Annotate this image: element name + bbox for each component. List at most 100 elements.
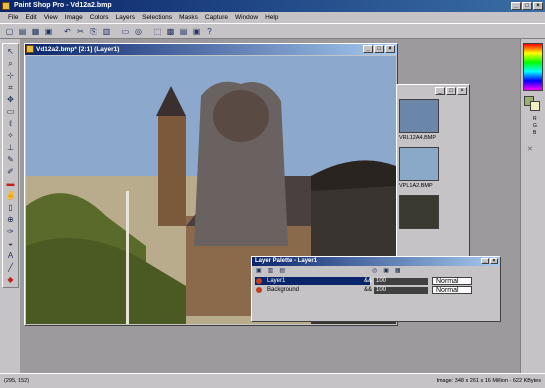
app-title-bar: Paint Shop Pro - Vd12a2.bmp _ □ ×	[0, 0, 545, 12]
layer-name: Background	[267, 287, 300, 293]
maximize-button[interactable]: □	[522, 2, 532, 10]
color-readout-g: G	[533, 123, 537, 129]
castle-tower	[158, 116, 186, 226]
airbrush-icon[interactable]: ✑	[4, 226, 17, 237]
minimize-button[interactable]: _	[511, 2, 521, 10]
undo-icon[interactable]: ↶	[62, 26, 73, 37]
layer-palette: Layer Palette - Layer1 _ × ▣ ▥ ▤ ◎ ▣ ▦ L…	[251, 256, 501, 322]
overview-icon[interactable]: ▣	[191, 26, 202, 37]
mover-icon[interactable]: ✥	[4, 94, 17, 105]
cut-icon[interactable]: ✂	[75, 26, 86, 37]
paste-icon[interactable]: ▥	[101, 26, 112, 37]
document-minimize-button[interactable]: _	[363, 45, 373, 53]
layer-visibility-icon[interactable]	[256, 278, 262, 284]
palette-icon[interactable]: ▩	[165, 26, 176, 37]
layer-palette-close-button[interactable]: ×	[490, 258, 498, 264]
magic-wand-icon[interactable]: ✧	[4, 130, 17, 141]
layer-icon[interactable]: ▤	[178, 26, 189, 37]
selection-icon[interactable]: ⬚	[152, 26, 163, 37]
menu-window[interactable]: Window	[235, 14, 258, 21]
menu-colors[interactable]: Colors	[90, 14, 109, 21]
bear-head	[213, 90, 269, 142]
menu-masks[interactable]: Masks	[179, 14, 198, 21]
thumbnail-1[interactable]	[399, 99, 439, 133]
image-info: Image: 348 x 261 x 16 Million - 622 KByt…	[436, 378, 541, 384]
layer-row-layer1[interactable]: Layer1 &&	[255, 277, 372, 285]
mask-icon[interactable]: ◎	[372, 267, 377, 274]
save-icon[interactable]: ▦	[30, 26, 41, 37]
browse-maximize-button[interactable]: □	[446, 87, 456, 95]
copy-icon[interactable]: ⎘	[88, 26, 99, 37]
thumbnail-2[interactable]	[399, 147, 439, 181]
arrow-icon[interactable]: ↖	[4, 46, 17, 57]
document-close-button[interactable]: ×	[385, 45, 395, 53]
menu-layers[interactable]: Layers	[116, 14, 136, 21]
delete-layer-icon[interactable]: ▥	[268, 267, 274, 274]
layer-lock-icon[interactable]: ▦	[395, 267, 401, 274]
layer-palette-minimize-button[interactable]: _	[481, 258, 489, 264]
deformation-icon[interactable]: ⊹	[4, 70, 17, 81]
layer-palette-title-bar[interactable]: Layer Palette - Layer1 _ ×	[252, 257, 500, 266]
crop-icon[interactable]: ⌗	[4, 82, 17, 93]
layer1-blend-mode[interactable]: Normal	[432, 277, 472, 285]
swap-colors-icon[interactable]: ✕	[527, 145, 533, 153]
browse-close-button[interactable]: ×	[457, 87, 467, 95]
tool-palette: ↖ ⌕ ⊹ ⌗ ✥ ▭ ℓ ✧ ⊥ ✎ ✐ ▬ ✌ ▯ ⊕ ✑ ◒ A ╱ ◆	[2, 43, 19, 288]
main-toolbar: ▢ ▤ ▦ ▣ ↶ ✂ ⎘ ▥ ▭ ◎ ⬚ ▩ ▤ ▣ ?	[0, 23, 545, 39]
menu-help[interactable]: Help	[265, 14, 278, 21]
app-title: Paint Shop Pro - Vd12a2.bmp	[14, 2, 112, 9]
blend-mode-label: Normal	[436, 287, 459, 294]
document-title-bar[interactable]: Vd12a2.bmp* [2:1] (Layer1) _ □ ×	[25, 44, 397, 55]
paintbrush-icon[interactable]: ✎	[4, 154, 17, 165]
color-replacer-icon[interactable]: ▬	[4, 178, 17, 189]
layer-tools-right: ◎ ▣ ▦	[372, 267, 401, 274]
browse-minimize-button[interactable]: _	[435, 87, 445, 95]
layer-row-background[interactable]: Background &&	[255, 286, 372, 294]
clone-brush-icon[interactable]: ✐	[4, 166, 17, 177]
layer-name: Layer1	[267, 278, 286, 284]
print-icon[interactable]: ▣	[43, 26, 54, 37]
retouch-icon[interactable]: ✌	[4, 190, 17, 201]
layer-tools-left: ▣ ▥ ▤	[256, 267, 285, 274]
layer-visibility-icon[interactable]: ▣	[383, 267, 389, 274]
browse-window-buttons: _ □ ×	[435, 87, 467, 95]
app-icon[interactable]	[2, 2, 10, 10]
zoom-icon[interactable]: ⌕	[4, 58, 17, 69]
cursor-position: (295, 152)	[4, 378, 30, 384]
layer-properties-icon[interactable]: ▤	[279, 267, 285, 274]
menu-image[interactable]: Image	[65, 14, 83, 21]
document-icon	[26, 45, 34, 53]
menu-edit[interactable]: Edit	[25, 14, 36, 21]
text-icon[interactable]: A	[4, 250, 17, 261]
menu-capture[interactable]: Capture	[205, 14, 228, 21]
background-blend-mode[interactable]: Normal	[432, 286, 472, 294]
lasso-icon[interactable]: ℓ	[4, 118, 17, 129]
shapes-icon[interactable]: ◆	[4, 274, 17, 285]
new-file-icon[interactable]: ▢	[4, 26, 15, 37]
new-layer-icon[interactable]: ▣	[256, 267, 262, 274]
document-title: Vd12a2.bmp* [2:1] (Layer1)	[36, 46, 120, 53]
zoom-icon[interactable]: ◎	[133, 26, 144, 37]
menu-selections[interactable]: Selections	[142, 14, 172, 21]
layer-visibility-icon[interactable]	[256, 287, 262, 293]
line-icon[interactable]: ╱	[4, 262, 17, 273]
menu-file[interactable]: File	[8, 14, 18, 21]
flood-fill-icon[interactable]: ◒	[4, 238, 17, 249]
browse-window: _ □ × VRL12A4.BMP VPL1A2.BMP	[396, 84, 470, 262]
eraser-icon[interactable]: ▯	[4, 202, 17, 213]
color-spectrum[interactable]	[523, 43, 543, 91]
help-icon[interactable]: ?	[204, 26, 215, 37]
close-button[interactable]: ×	[533, 2, 543, 10]
layer1-opacity-value: 100	[376, 278, 387, 284]
document-maximize-button[interactable]: □	[374, 45, 384, 53]
status-bar: (295, 152) Image: 348 x 261 x 16 Million…	[0, 373, 545, 388]
selection-icon[interactable]: ▭	[4, 106, 17, 117]
background-color-swatch[interactable]	[530, 101, 540, 111]
dropper-icon[interactable]: ⊥	[4, 142, 17, 153]
color-readout-b: B	[533, 130, 537, 136]
open-icon[interactable]: ▤	[17, 26, 28, 37]
picture-tube-icon[interactable]: ⊕	[4, 214, 17, 225]
menu-view[interactable]: View	[44, 14, 58, 21]
browse-icon[interactable]: ▭	[120, 26, 131, 37]
thumbnail-3[interactable]	[399, 195, 439, 229]
